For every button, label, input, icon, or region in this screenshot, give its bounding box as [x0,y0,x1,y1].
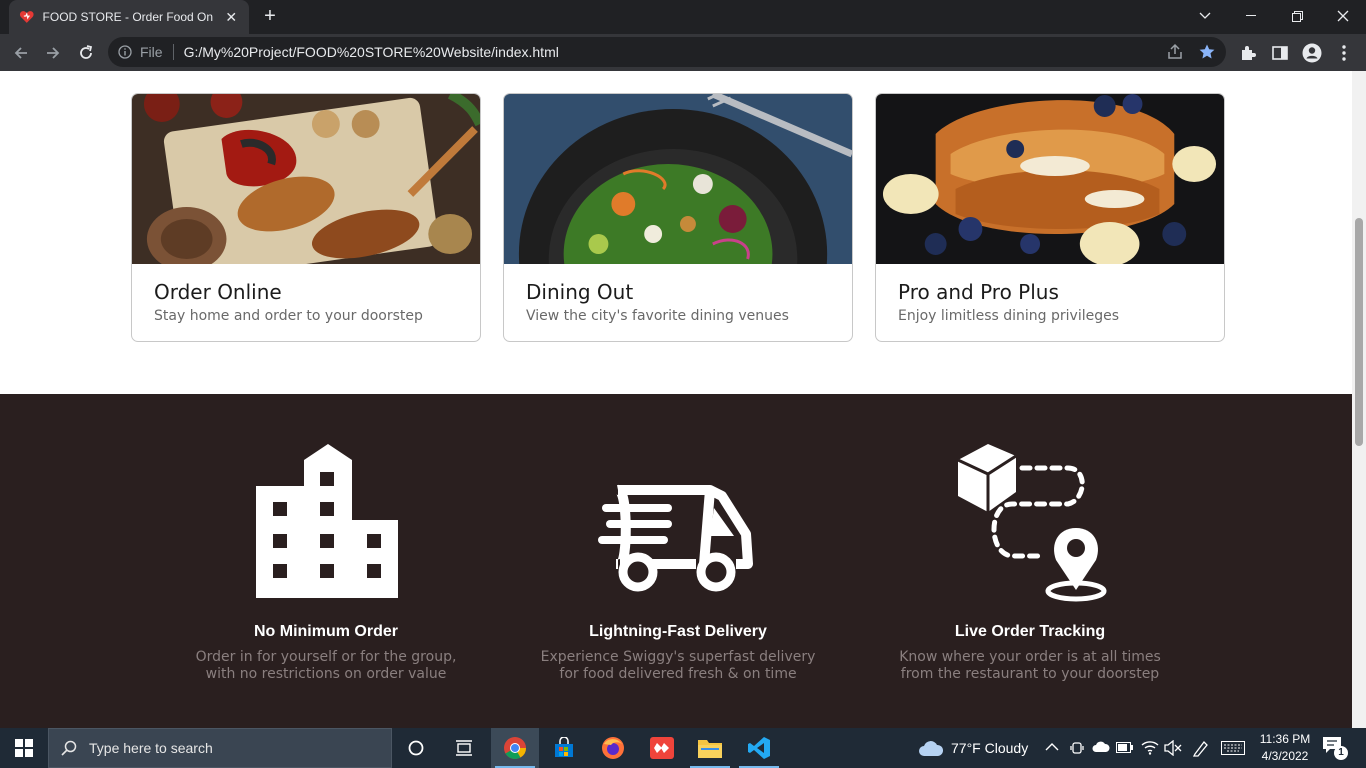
cortana-button[interactable] [392,728,440,768]
omnibox-url[interactable]: G:/My%20Project/FOOD%20STORE%20Website/i… [184,44,559,60]
share-icon[interactable] [1166,43,1184,61]
feature-desc-line: Know where your order is at all times [899,649,1161,665]
tab-close-icon[interactable]: ✕ [223,9,239,26]
omnibox-divider [172,44,174,60]
browser-tab-bar: FOOD STORE - Order Food Online ✕ + [0,0,1366,34]
close-window-button[interactable] [1320,0,1366,32]
feature-description: Order in for yourself or for the group, … [161,649,491,683]
side-panel-icon[interactable] [1270,43,1290,63]
cloudy-weather-icon[interactable] [918,738,944,758]
feature-title: No Minimum Order [253,623,398,640]
extensions-puzzle-icon[interactable] [1238,43,1258,63]
browser-tab[interactable]: FOOD STORE - Order Food Online ✕ [9,0,249,34]
anydesk-icon[interactable] [638,728,686,768]
action-center-button[interactable]: 1 [1322,736,1348,760]
more-menu-icon[interactable] [1334,43,1354,63]
chevron-up-icon[interactable] [1045,742,1059,752]
card-pro-and-pro-plus[interactable]: Pro and Pro Plus Enjoy limitless dining … [875,93,1225,342]
feature-desc-line: from the restaurant to your doorstep [900,666,1160,682]
omnibox-scheme: File [140,44,163,60]
card-subtitle: View the city's favorite dining venues [526,308,789,324]
card-order-online[interactable]: Order Online Stay home and order to your… [131,93,481,342]
feature-desc-line: for food delivered fresh & on time [559,666,797,682]
feature-description: Experience Swiggy's superfast delivery f… [513,649,843,683]
reload-button[interactable] [73,40,99,66]
scrollbar-thumb[interactable] [1355,218,1363,446]
windows-logo-icon [15,739,33,757]
speaker-muted-icon[interactable] [1164,740,1182,756]
microsoft-store-icon[interactable] [540,728,588,768]
browser-toolbar: File G:/My%20Project/FOOD%20STORE%20Webs… [0,34,1366,71]
pen-workspace-icon[interactable] [1192,739,1210,757]
forward-button[interactable] [40,40,66,66]
meet-now-icon[interactable] [1070,740,1084,756]
profile-avatar-icon[interactable] [1302,43,1322,63]
battery-icon[interactable] [1116,742,1134,753]
onedrive-cloud-icon[interactable] [1092,741,1110,753]
info-icon[interactable] [118,45,132,59]
weather-text[interactable]: 77°F Cloudy [951,740,1028,756]
back-button[interactable] [8,40,34,66]
card-title: Pro and Pro Plus [898,280,1059,304]
heart-favicon-icon [19,11,34,23]
buildings-icon [256,444,398,598]
minimize-button[interactable] [1228,0,1274,32]
start-button[interactable] [0,728,48,768]
delivery-truck-icon [598,484,753,592]
windows-taskbar: Type here to search 77°F Cloudy 11:36 PM… [0,728,1366,768]
feature-desc-line: Experience Swiggy's superfast delivery [540,649,816,665]
tab-search-chevron-icon[interactable] [1182,0,1228,32]
search-placeholder: Type here to search [89,740,213,756]
card-title: Dining Out [526,280,634,304]
vscode-icon[interactable] [735,728,783,768]
task-view-button[interactable] [440,728,488,768]
page-scrollbar[interactable] [1352,71,1366,728]
card-dining-out[interactable]: Dining Out View the city's favorite dini… [503,93,853,342]
feature-desc-line: Order in for yourself or for the group, [195,649,457,665]
search-icon [61,740,77,756]
features-section: No Minimum Order Order in for yourself o… [0,394,1352,728]
clock-date: 4/3/2022 [1261,749,1309,763]
clock-time: 11:36 PM [1259,732,1311,746]
file-explorer-icon[interactable] [686,728,734,768]
page-viewport: Order Online Stay home and order to your… [0,71,1352,728]
taskbar-search-box[interactable]: Type here to search [48,728,392,768]
feature-title: Lightning-Fast Delivery [589,623,767,640]
touch-keyboard-icon[interactable] [1221,741,1245,755]
wifi-icon[interactable] [1141,739,1159,755]
firefox-icon[interactable] [589,728,637,768]
address-bar[interactable]: File G:/My%20Project/FOOD%20STORE%20Webs… [108,37,1226,67]
tab-title: FOOD STORE - Order Food Online [42,10,214,24]
card-subtitle: Stay home and order to your doorstep [154,308,423,324]
chrome-taskbar-icon[interactable] [491,728,539,768]
new-tab-button[interactable]: + [259,6,281,28]
feature-description: Know where your order is at all times fr… [865,649,1195,683]
salad-bowl-image [504,94,852,264]
grilled-food-image [132,94,480,264]
system-clock[interactable]: 11:36 PM 4/3/2022 [1250,731,1320,765]
feature-desc-line: with no restrictions on order value [205,666,447,682]
feature-title: Live Order Tracking [954,623,1106,640]
card-title: Order Online [154,280,282,304]
notification-badge: 1 [1334,746,1348,760]
french-toast-image [876,94,1224,264]
restore-button[interactable] [1274,0,1320,32]
bookmark-star-icon[interactable] [1198,43,1216,61]
tracking-route-icon [957,444,1107,602]
card-subtitle: Enjoy limitless dining privileges [898,308,1119,324]
